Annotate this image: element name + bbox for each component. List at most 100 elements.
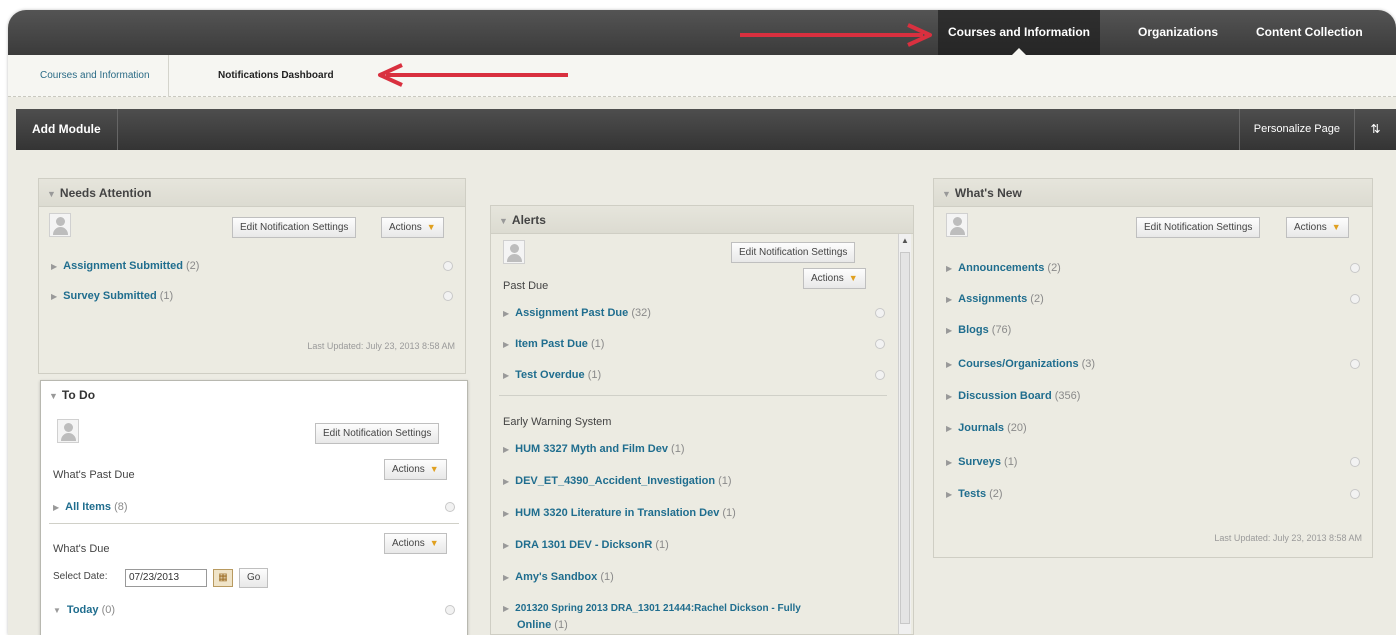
triangle-right-icon: ▶ <box>946 360 953 369</box>
scrollbar-thumb[interactable] <box>900 252 910 624</box>
scroll-up-icon[interactable]: ▲ <box>899 234 911 248</box>
list-item[interactable]: ▶ Journals (20) <box>946 419 1360 437</box>
triangle-right-icon: ▶ <box>503 509 510 518</box>
actions-button[interactable]: Actions ▼ <box>381 217 444 238</box>
section-heading: What's Past Due <box>53 469 135 481</box>
list-item[interactable]: ▶ Surveys (1) <box>946 453 1360 471</box>
item-count: (3) <box>1081 358 1096 370</box>
edit-notification-settings-button[interactable]: Edit Notification Settings <box>1136 217 1261 238</box>
list-item[interactable]: ▶ Tests (2) <box>946 485 1360 503</box>
status-circle-icon <box>875 370 885 380</box>
list-item[interactable]: ▶ Courses/Organizations (3) <box>946 355 1360 373</box>
sub-navigation: Courses and Information Notifications Da… <box>8 55 1396 97</box>
edit-notification-settings-button[interactable]: Edit Notification Settings <box>731 242 856 263</box>
item-label[interactable]: DRA 1301 DEV - DicksonR <box>515 539 652 551</box>
triangle-right-icon: ▶ <box>503 541 510 550</box>
edit-notification-settings-button[interactable]: Edit Notification Settings <box>315 423 440 444</box>
list-item[interactable]: ▶ Assignment Past Due (32) <box>503 304 885 322</box>
triangle-down-icon: ▼ <box>47 189 56 199</box>
item-count: (8) <box>114 501 128 513</box>
item-label[interactable]: Journals <box>958 422 1004 434</box>
item-count: (2) <box>989 488 1003 500</box>
item-label[interactable]: DEV_ET_4390_Accident_Investigation <box>515 475 715 487</box>
list-item[interactable]: ▶ Announcements (2) <box>946 259 1360 277</box>
triangle-right-icon: ▶ <box>946 392 953 401</box>
edit-notification-settings-button[interactable]: Edit Notification Settings <box>232 217 357 238</box>
module-header[interactable]: ▼ To Do <box>41 381 467 409</box>
module-header[interactable]: ▼ Alerts <box>491 206 913 234</box>
item-count: (0) <box>101 604 116 616</box>
list-item[interactable]: ▶ DRA 1301 DEV - DicksonR (1) <box>503 536 885 554</box>
tab-courses-and-information[interactable]: Courses and Information <box>938 10 1101 55</box>
module-title: To Do <box>61 388 96 402</box>
calendar-icon[interactable]: ▦ <box>213 569 233 587</box>
actions-button[interactable]: Actions ▼ <box>803 268 866 289</box>
list-item[interactable]: ▶ DEV_ET_4390_Accident_Investigation (1) <box>503 472 885 490</box>
subnav-courses-link[interactable]: Courses and Information <box>22 55 169 97</box>
item-label[interactable]: Tests <box>958 488 986 500</box>
item-label[interactable]: Amy's Sandbox <box>515 571 597 583</box>
list-item[interactable]: ▶ Blogs (76) <box>946 321 1360 339</box>
triangle-down-icon: ▼ <box>53 606 61 615</box>
item-count: (2) <box>186 260 200 272</box>
list-item[interactable]: ▶ HUM 3327 Myth and Film Dev (1) <box>503 440 885 458</box>
actions-button[interactable]: Actions ▼ <box>1286 217 1349 238</box>
item-label[interactable]: Courses/Organizations <box>958 358 1078 370</box>
list-item[interactable]: ▶ All Items (8) <box>53 498 455 516</box>
date-input[interactable]: 07/23/2013 <box>125 569 207 587</box>
item-count: (1) <box>590 338 605 350</box>
item-label[interactable]: Survey Submitted <box>63 290 157 302</box>
scrollbar[interactable]: ▲ <box>898 234 911 634</box>
list-item[interactable]: ▶ Item Past Due (1) <box>503 335 885 353</box>
list-item[interactable]: ▶ HUM 3320 Literature in Translation Dev … <box>503 504 885 522</box>
item-label[interactable]: Assignment Past Due <box>515 307 628 319</box>
item-count: (1) <box>722 507 736 519</box>
add-module-button[interactable]: Add Module <box>16 109 118 150</box>
item-label[interactable]: Online <box>517 619 551 631</box>
item-label[interactable]: Today <box>67 604 99 616</box>
list-item[interactable]: ▼ Today (0) <box>53 601 455 619</box>
item-label[interactable]: Assignments <box>958 293 1027 305</box>
triangle-right-icon: ▶ <box>503 573 510 582</box>
module-header[interactable]: ▼ Needs Attention <box>39 179 465 207</box>
status-circle-icon <box>1350 489 1360 499</box>
actions-button[interactable]: Actions ▼ <box>384 459 447 480</box>
item-count: (2) <box>1047 262 1061 274</box>
user-avatar-icon <box>946 213 968 237</box>
actions-label: Actions <box>392 538 425 549</box>
item-label[interactable]: Announcements <box>958 262 1044 274</box>
list-item[interactable]: ▶ Test Overdue (1) <box>503 366 885 384</box>
triangle-right-icon: ▶ <box>946 295 953 304</box>
list-item[interactable]: ▶ Survey Submitted (1) <box>51 287 453 305</box>
module-header[interactable]: ▼ What's New <box>934 179 1372 207</box>
item-label[interactable]: HUM 3327 Myth and Film Dev <box>515 443 668 455</box>
item-label[interactable]: Surveys <box>958 456 1001 468</box>
item-label[interactable]: All Items <box>65 501 111 513</box>
list-item[interactable]: ▶ Assignment Submitted (2) <box>51 257 453 275</box>
list-item-continued[interactable]: Online (1) <box>517 616 885 634</box>
last-updated: Last Updated: July 23, 2013 8:58 AM <box>307 341 455 351</box>
personalize-page-button[interactable]: Personalize Page <box>1238 109 1354 150</box>
list-item[interactable]: ▶ Assignments (2) <box>946 290 1360 308</box>
item-count: (1) <box>587 369 602 381</box>
item-label[interactable]: Item Past Due <box>515 338 588 350</box>
item-count: (1) <box>159 290 174 302</box>
go-button[interactable]: Go <box>239 568 269 588</box>
tab-organizations[interactable]: Organizations <box>1128 10 1228 55</box>
item-label[interactable]: 201320 Spring 2013 DRA_1301 21444:Rachel… <box>515 603 801 614</box>
subnav-notifications-dashboard[interactable]: Notifications Dashboard <box>200 55 352 97</box>
item-label[interactable]: Discussion Board <box>958 390 1052 402</box>
list-item[interactable]: ▶ Discussion Board (356) <box>946 387 1360 405</box>
triangle-right-icon: ▶ <box>503 445 510 454</box>
tab-content-collection[interactable]: Content Collection <box>1246 10 1373 55</box>
item-label[interactable]: HUM 3320 Literature in Translation Dev <box>515 507 719 519</box>
item-count: (1) <box>1004 456 1018 468</box>
reorder-icon[interactable]: ⇅ <box>1354 109 1396 150</box>
actions-button[interactable]: Actions ▼ <box>384 533 447 554</box>
triangle-right-icon: ▶ <box>503 477 510 486</box>
item-label[interactable]: Test Overdue <box>515 369 585 381</box>
item-label[interactable]: Assignment Submitted <box>63 260 183 272</box>
item-label[interactable]: Blogs <box>958 324 989 336</box>
list-item[interactable]: ▶ Amy's Sandbox (1) <box>503 568 885 586</box>
user-avatar-icon <box>57 419 79 443</box>
